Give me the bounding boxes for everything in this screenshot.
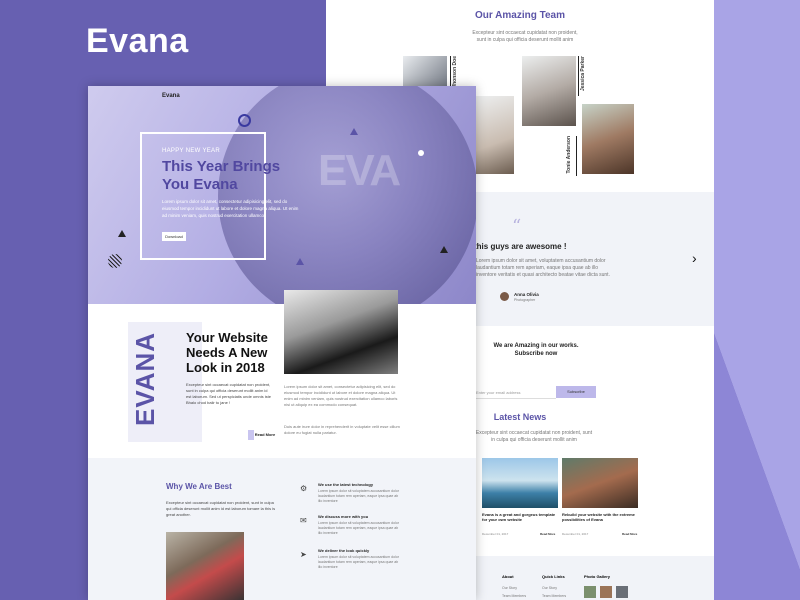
member-name-1: Jhonson Doe <box>452 56 458 88</box>
circle-shape-icon <box>238 114 251 127</box>
subscribe-title: We are Amazing in our works. Subscribe n… <box>493 343 579 357</box>
rocket-icon: ➤ <box>300 550 307 559</box>
vertical-brand-text: EVANA <box>130 331 160 426</box>
feature-title-1: We use the latest technology <box>318 482 374 487</box>
feature-title-3: We deliver the look quickly <box>318 548 370 553</box>
gallery-thumb[interactable] <box>584 586 596 598</box>
footer-quick: Quick Links <box>542 574 565 579</box>
footer-quick-link-2[interactable]: Team Members <box>542 594 566 598</box>
footer-about: About <box>502 574 514 579</box>
feature-text-2: Lorem ipsum dolor sit voluptatem accusan… <box>318 521 399 535</box>
triangle-shape-icon <box>296 258 304 265</box>
gallery-thumb[interactable] <box>600 586 612 598</box>
hero-body: Lorem ipsum dolor sit amet, consectetur … <box>162 199 299 218</box>
hero-title-1: This Year Brings <box>162 158 281 175</box>
footer-about-link-1[interactable]: Our Story <box>502 586 517 590</box>
read-more-button[interactable]: Read More <box>248 430 276 440</box>
news-date-2: December 01, 2017 <box>562 532 589 536</box>
front-page: Evana HAPPY NEW YEAR This Year Brings Yo… <box>88 86 476 600</box>
footer-gallery: Photo Gallery <box>584 574 611 579</box>
about-body: Excepteur sint occaecat cupidatat non pr… <box>186 382 271 405</box>
team-title: Our Amazing Team <box>474 10 565 21</box>
hero-title-2: You Evana <box>162 176 238 193</box>
footer-quick-link-1[interactable]: Our Story <box>542 586 557 590</box>
triangle-shape-icon <box>350 128 358 135</box>
member-name-2: Jessica Parker <box>580 56 586 92</box>
news-subtitle: Excepteur sint occaecat cupidatat non pr… <box>475 430 593 443</box>
about-title-2: Needs A New <box>186 345 268 360</box>
hero-kicker: HAPPY NEW YEAR <box>162 148 220 154</box>
brand-title: Evana <box>86 22 189 60</box>
divider-line <box>576 136 577 176</box>
team-subtitle: Excepteur sint occaecat cupidatat non pr… <box>472 30 578 43</box>
team-photo-1 <box>403 56 447 90</box>
striped-circle-icon <box>108 254 122 268</box>
team-photo-hat <box>472 96 514 174</box>
dot-shape-icon <box>418 150 424 156</box>
about-title-1: Your Website <box>186 330 268 345</box>
gallery-thumb[interactable] <box>616 586 628 598</box>
triangle-shape-icon <box>440 246 448 253</box>
why-title: Why We Are Best <box>166 482 232 491</box>
about-body-2: Lorem ipsum dolor sit amet, consectetur … <box>284 384 398 407</box>
logo[interactable]: Evana <box>162 93 180 99</box>
office-photo <box>284 290 398 374</box>
feature-text-1: Lorem ipsum dolor sit voluptatem accusan… <box>318 489 399 503</box>
hero-watermark: EVA <box>318 146 401 195</box>
subscribe-button[interactable]: Subscribe <box>556 386 596 398</box>
member-name-3: Tonie Anderson <box>566 136 572 174</box>
news-image-2[interactable] <box>562 458 638 508</box>
footer-about-link-2[interactable]: Team Members <box>502 594 526 598</box>
news-item-title-1[interactable]: Evana is a great and gorgeus template fo… <box>482 512 558 522</box>
about-title-3: Look in 2018 <box>186 360 265 375</box>
about-body-3: Duis aute irure dolor in reprehenderit i… <box>284 424 400 435</box>
team-photo-2 <box>522 56 576 126</box>
news-image-1[interactable] <box>482 458 558 508</box>
feature-text-3: Lorem ipsum dolor sit voluptatem accusan… <box>318 555 399 569</box>
email-input[interactable]: Enter your email address <box>476 388 556 399</box>
divider-line <box>578 56 579 96</box>
quote-icon: “ <box>512 216 522 237</box>
next-arrow-icon[interactable]: › <box>692 250 697 266</box>
why-photo <box>166 532 244 600</box>
testimonial-body: Lorem ipsum dolor sit amet, voluptatem a… <box>476 258 610 278</box>
testimonial-author: Anna Olivia <box>514 292 539 297</box>
testimonial-quote: this guys are awesome ! <box>474 242 567 251</box>
news-more-1[interactable]: Read More <box>540 532 555 536</box>
why-body: Excepteur sint occaecat cupidatat non pr… <box>166 500 276 517</box>
triangle-shape-icon <box>118 230 126 237</box>
news-item-title-2[interactable]: Rebuild your website with the extreme po… <box>562 512 638 522</box>
news-date-1: December 01, 2017 <box>482 532 509 536</box>
avatar <box>500 292 509 301</box>
hero-section: Evana HAPPY NEW YEAR This Year Brings Yo… <box>88 86 476 304</box>
chat-icon: ✉ <box>300 516 307 525</box>
news-more-2[interactable]: Read More <box>622 532 637 536</box>
why-section <box>88 458 476 600</box>
feature-title-2: We discuss more with you <box>318 514 369 519</box>
gear-icon: ⚙ <box>300 484 308 493</box>
email-placeholder: Enter your email address <box>476 390 521 395</box>
team-photo-3 <box>582 104 634 174</box>
testimonial-author-role: Photographer <box>514 298 536 302</box>
download-button[interactable]: Download <box>162 232 186 241</box>
